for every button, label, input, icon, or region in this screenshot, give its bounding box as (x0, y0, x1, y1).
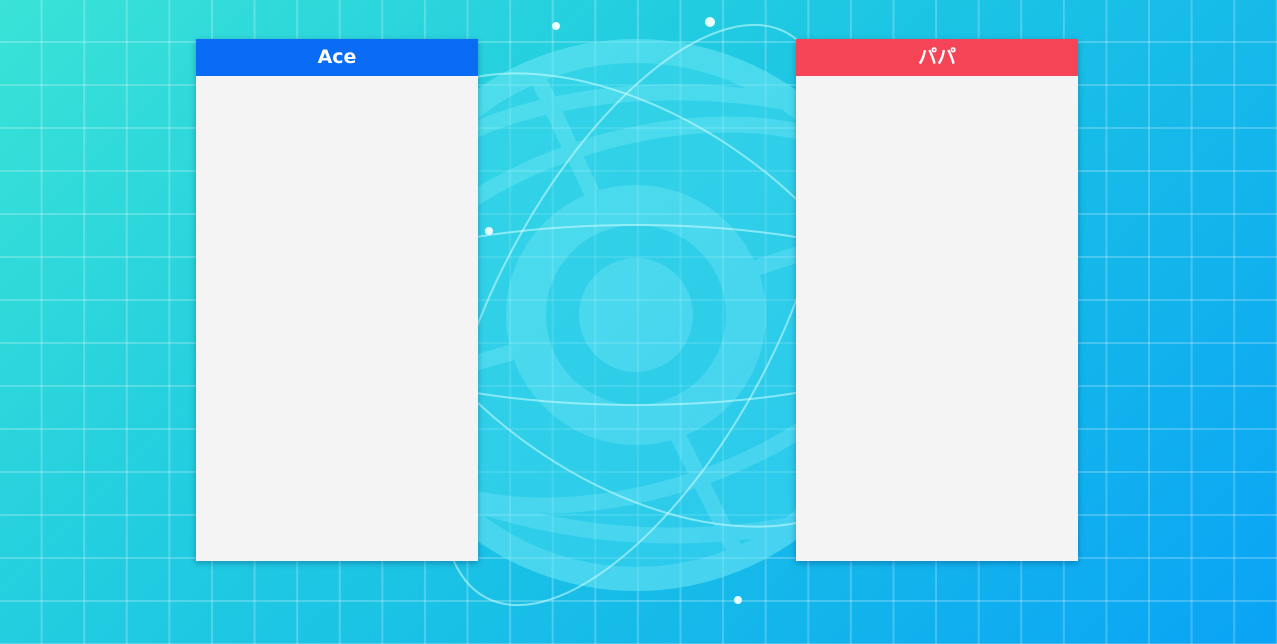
player-name-header-papa: パパ (796, 39, 1078, 76)
player-panel-papa: パパ (796, 39, 1078, 561)
player-name-header-ace: Ace (196, 39, 478, 76)
player-panel-body-ace (196, 76, 478, 561)
globe-orbit-emblem-icon (315, 17, 957, 607)
player-panel-body-papa (796, 76, 1078, 561)
player-panel-ace: Ace (196, 39, 478, 561)
